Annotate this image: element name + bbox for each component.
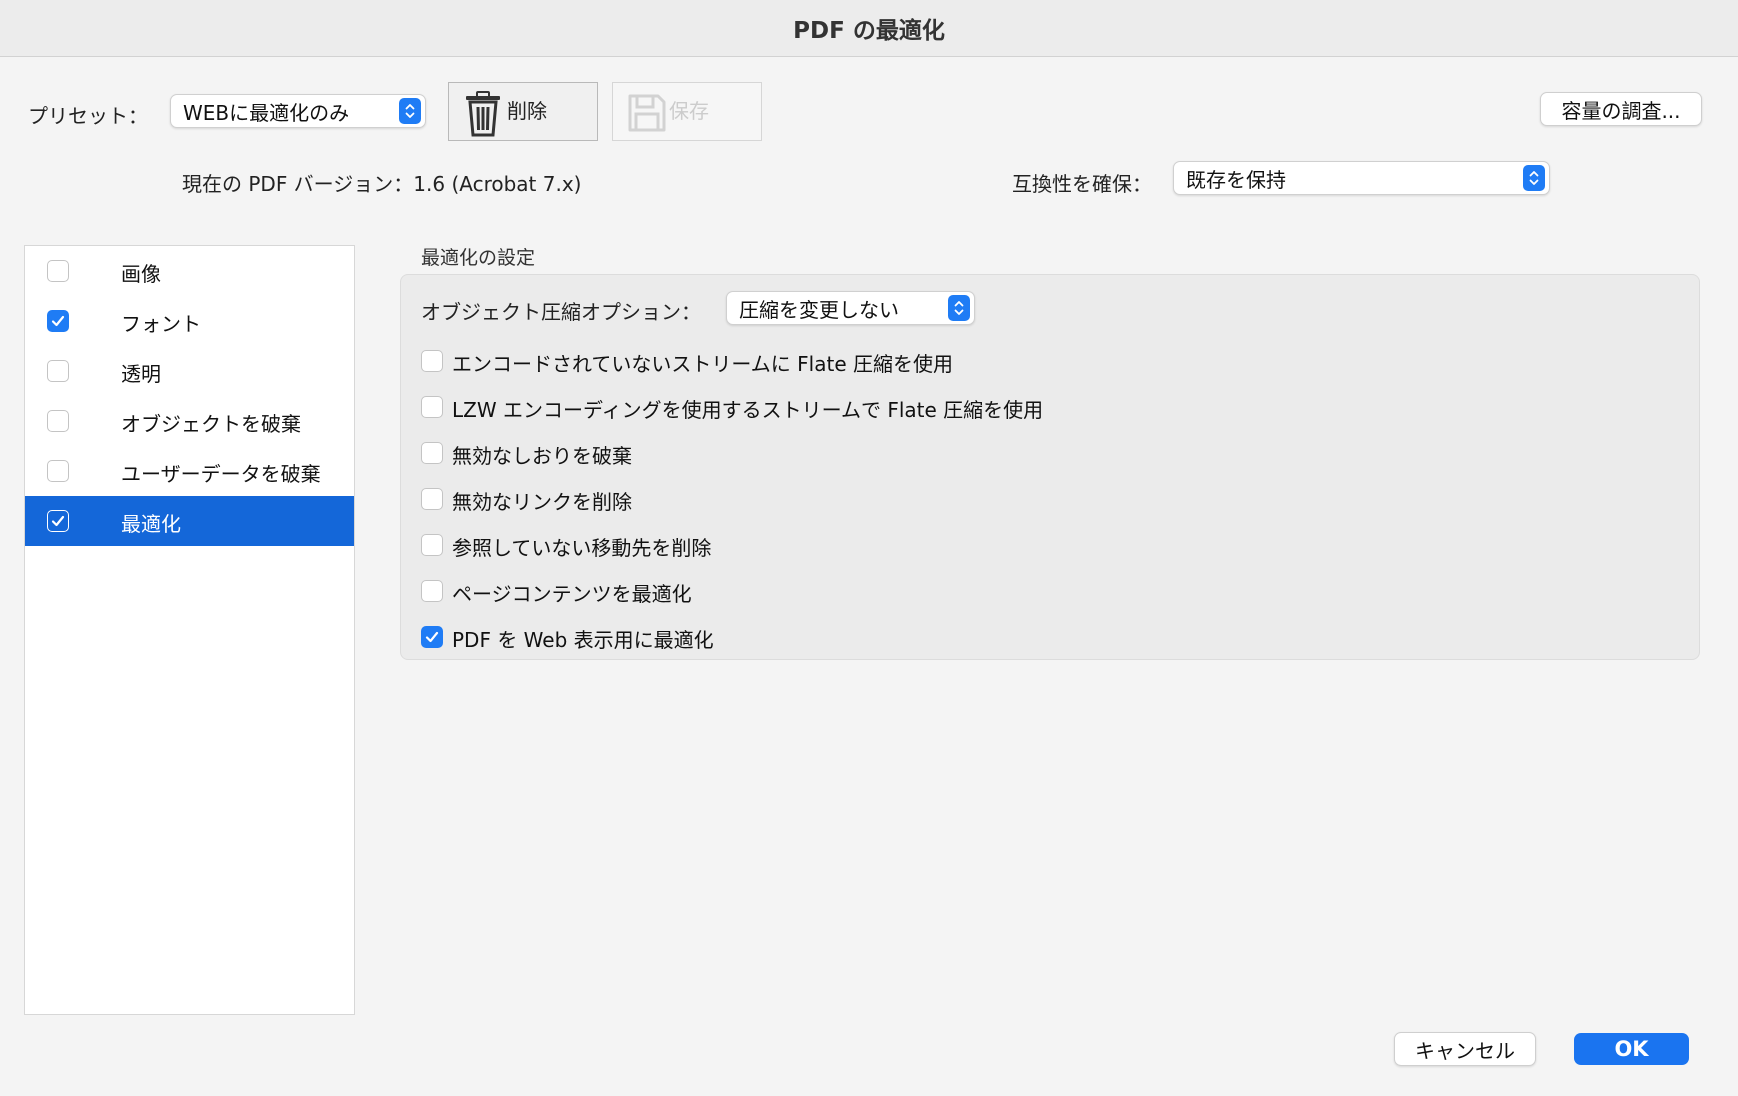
sidebar-item-images[interactable]: 画像 — [25, 246, 354, 296]
ok-label: OK — [1614, 1037, 1649, 1061]
fast-web-view-checkbox[interactable] — [421, 626, 443, 648]
images-checkbox[interactable] — [47, 260, 69, 282]
title-bar: PDF の最適化 — [0, 0, 1738, 57]
settings-heading: 最適化の設定 — [421, 247, 536, 269]
discard-objects-checkbox[interactable] — [47, 410, 69, 432]
window-title: PDF の最適化 — [793, 18, 945, 44]
option-label: PDF を Web 表示用に最適化 — [452, 628, 714, 652]
preset-value: WEBに最適化のみ — [183, 100, 350, 125]
chevron-updown-icon — [1523, 165, 1545, 191]
fonts-checkbox[interactable] — [47, 310, 69, 332]
sidebar-item-label: 画像 — [121, 262, 161, 286]
remove-invalid-links-checkbox[interactable] — [421, 488, 443, 510]
compression-popup[interactable]: 圧縮を変更しない — [726, 291, 975, 325]
compression-value: 圧縮を変更しない — [739, 297, 899, 322]
optimize-page-content-checkbox[interactable] — [421, 580, 443, 602]
sidebar-item-label: オブジェクトを破棄 — [121, 412, 301, 436]
cancel-label: キャンセル — [1415, 1038, 1515, 1063]
remove-unreferenced-destinations-checkbox[interactable] — [421, 534, 443, 556]
audit-space-button[interactable]: 容量の調査... — [1540, 92, 1702, 126]
option-label: 無効なリンクを削除 — [452, 490, 632, 514]
audit-space-label: 容量の調査... — [1561, 98, 1681, 123]
chevron-updown-icon — [948, 295, 970, 321]
discard-user-data-checkbox[interactable] — [47, 460, 69, 482]
category-sidebar: 画像 フォント 透明 オブジェクトを破棄 ユーザーデータを破棄 最適化 — [24, 245, 355, 1015]
delete-label: 削除 — [507, 99, 547, 123]
save-button[interactable]: 保存 — [612, 82, 762, 141]
settings-group: オブジェクト圧縮オプション： 圧縮を変更しない エンコードされていないストリーム… — [400, 274, 1700, 660]
sidebar-item-fonts[interactable]: フォント — [25, 296, 354, 346]
chevron-updown-icon — [399, 98, 421, 124]
checkmark-icon — [425, 631, 439, 643]
clean-up-checkbox[interactable] — [47, 510, 69, 532]
flate-lzw-checkbox[interactable] — [421, 396, 443, 418]
floppy-disk-icon — [627, 93, 667, 137]
sidebar-item-label: ユーザーデータを破棄 — [121, 462, 321, 486]
option-label: 無効なしおりを破棄 — [452, 444, 632, 468]
sidebar-item-discard-user-data[interactable]: ユーザーデータを破棄 — [25, 446, 354, 496]
sidebar-item-label: 最適化 — [121, 512, 181, 536]
preset-popup[interactable]: WEBに最適化のみ — [170, 94, 426, 128]
ok-button[interactable]: OK — [1574, 1033, 1689, 1065]
option-label: エンコードされていないストリームに Flate 圧縮を使用 — [452, 352, 953, 376]
sidebar-item-label: 透明 — [121, 362, 161, 386]
pdf-version-text: 現在の PDF バージョン：1.6 (Acrobat 7.x) — [182, 172, 582, 196]
compat-popup[interactable]: 既存を保持 — [1173, 161, 1550, 195]
option-label: ページコンテンツを最適化 — [452, 582, 692, 606]
compression-label: オブジェクト圧縮オプション： — [421, 300, 701, 324]
delete-button[interactable]: 削除 — [448, 82, 598, 141]
cancel-button[interactable]: キャンセル — [1394, 1032, 1536, 1066]
compat-value: 既存を保持 — [1186, 167, 1286, 192]
sidebar-item-transparency[interactable]: 透明 — [25, 346, 354, 396]
flate-unencoded-checkbox[interactable] — [421, 350, 443, 372]
option-label: 参照していない移動先を削除 — [452, 536, 712, 560]
sidebar-item-clean-up[interactable]: 最適化 — [25, 496, 354, 546]
compat-label: 互換性を確保： — [1012, 172, 1152, 196]
option-label: LZW エンコーディングを使用するストリームで Flate 圧縮を使用 — [452, 398, 1044, 422]
preset-label: プリセット： — [28, 104, 148, 128]
remove-invalid-bookmarks-checkbox[interactable] — [421, 442, 443, 464]
trash-icon — [463, 91, 503, 141]
checkmark-icon — [51, 315, 65, 327]
sidebar-item-discard-objects[interactable]: オブジェクトを破棄 — [25, 396, 354, 446]
sidebar-item-label: フォント — [121, 312, 201, 336]
transparency-checkbox[interactable] — [47, 360, 69, 382]
checkmark-icon — [51, 515, 65, 527]
save-label: 保存 — [669, 99, 709, 123]
